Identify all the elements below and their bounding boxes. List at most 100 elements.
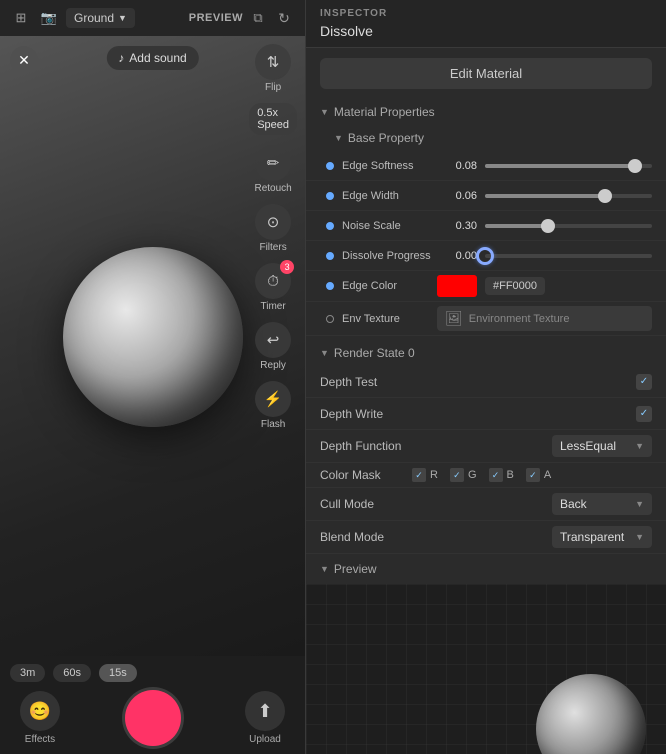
camera-icon[interactable]: 📷 [38,7,60,29]
retouch-label: Retouch [254,183,291,194]
flash-label: Flash [261,419,285,430]
edge-softness-dot[interactable] [326,162,334,170]
edit-material-button[interactable]: Edit Material [320,58,652,89]
timer-label: Timer [261,301,286,312]
check-g-label: G [468,469,477,481]
time-15s[interactable]: 15s [99,664,137,682]
material-properties-section[interactable]: ▼ Material Properties [306,99,666,125]
flash-icon: ⚡ [255,381,291,417]
edge-width-dot[interactable] [326,192,334,200]
cull-mode-dropdown[interactable]: Back ▼ [552,493,652,515]
ground-dropdown[interactable]: Ground ▼ [66,8,135,28]
color-mask-a[interactable]: ✓ A [526,468,551,482]
record-button[interactable] [125,690,181,746]
env-texture-dot[interactable] [326,315,334,323]
close-button[interactable]: ✕ [10,46,38,74]
time-3m[interactable]: 3m [10,664,45,682]
preview-header-icons: ⊞ 📷 [10,7,60,29]
noise-scale-dot[interactable] [326,222,334,230]
color-mask-g[interactable]: ✓ G [450,468,477,482]
noise-scale-slider[interactable] [485,224,652,228]
edge-color-dot[interactable] [326,282,334,290]
cull-mode-label: Cull Mode [320,497,552,511]
edge-color-hex[interactable]: #FF0000 [485,277,545,295]
timer-icon: ⏱3 [255,263,291,299]
reply-button[interactable]: ↩ Reply [255,322,291,371]
color-mask-checks: ✓ R ✓ G ✓ B ✓ A [412,468,551,482]
external-link-icon[interactable]: ⧉ [247,7,269,29]
sphere-container [63,247,243,427]
edge-softness-label: Edge Softness [342,160,437,172]
flip-button[interactable]: ⇅ Flip [255,44,291,93]
effects-label: Effects [25,734,55,745]
edge-softness-slider[interactable] [485,164,652,168]
depth-test-row: Depth Test ✓ [306,366,666,398]
edge-softness-thumb[interactable] [628,159,642,173]
speed-badge: 0.5xSpeed [249,103,297,135]
check-g-icon: ✓ [450,468,464,482]
time-60s[interactable]: 60s [53,664,91,682]
check-a-label: A [544,469,551,481]
add-sound-button[interactable]: ♪ Add sound [106,46,198,70]
preview-header-left: ⊞ 📷 Ground ▼ [10,7,135,29]
music-icon: ♪ [118,51,124,65]
check-b-label: B [507,469,514,481]
refresh-icon[interactable]: ↻ [273,7,295,29]
flash-button[interactable]: ⚡ Flash [255,381,291,430]
edge-softness-fill [485,164,635,168]
chevron-down-icon: ▼ [635,499,644,509]
effects-icon: 😊 [20,691,60,731]
dissolve-progress-label: Dissolve Progress [342,250,437,262]
time-controls: 3m 60s 15s [10,664,295,682]
edge-width-label: Edge Width [342,190,437,202]
upload-button[interactable]: ⬆ Upload [245,691,285,745]
edge-color-swatch[interactable] [437,275,477,297]
env-texture-row: Env Texture 🖼 Environment Texture [306,302,666,336]
blend-mode-value: Transparent [560,530,624,544]
dissolve-progress-slider[interactable] [485,254,652,258]
effects-button[interactable]: 😊 Effects [20,691,60,745]
retouch-button[interactable]: ✏ Retouch [254,145,291,194]
depth-function-value: LessEqual [560,439,616,453]
depth-function-dropdown[interactable]: LessEqual ▼ [552,435,652,457]
check-r-icon: ✓ [412,468,426,482]
color-mask-b[interactable]: ✓ B [489,468,514,482]
chevron-down-icon: ▼ [320,348,329,358]
depth-test-check[interactable]: ✓ [636,374,652,390]
speed-button[interactable]: 0.5xSpeed [249,103,297,135]
blend-mode-dropdown[interactable]: Transparent ▼ [552,526,652,548]
depth-test-label: Depth Test [320,375,636,389]
dissolve-progress-dot[interactable] [326,252,334,260]
add-sound-label: Add sound [129,51,186,65]
material-properties-label: Material Properties [334,105,435,119]
edge-width-slider[interactable] [485,194,652,198]
dissolve-label: Dissolve [320,23,652,39]
edge-width-thumb[interactable] [598,189,612,203]
filters-button[interactable]: ⊙ Filters [255,204,291,253]
depth-write-check[interactable]: ✓ [636,406,652,422]
cull-mode-value: Back [560,497,587,511]
timer-button[interactable]: ⏱3 Timer [255,263,291,312]
preview-viewport: ✕ ♪ Add sound ⇅ Flip 0.5xSpeed ✏ Retouch [0,36,305,656]
base-property-label: Base Property [348,131,424,145]
check-r-label: R [430,469,438,481]
base-property-section[interactable]: ▼ Base Property [306,125,666,151]
preview-section-header[interactable]: ▼ Preview [306,554,666,584]
close-icon: ✕ [18,52,30,69]
chevron-down-icon: ▼ [320,564,329,574]
blend-mode-label: Blend Mode [320,530,552,544]
color-mask-r[interactable]: ✓ R [412,468,438,482]
preview-section-label: Preview [334,562,377,576]
inspector-title: INSPECTOR [320,8,652,19]
noise-scale-thumb[interactable] [541,219,555,233]
reply-label: Reply [260,360,286,371]
cull-mode-row: Cull Mode Back ▼ [306,488,666,521]
env-texture-placeholder[interactable]: 🖼 Environment Texture [437,306,652,331]
flip-icon: ⇅ [255,44,291,80]
noise-scale-fill [485,224,548,228]
render-state-section[interactable]: ▼ Render State 0 [306,340,666,366]
dissolve-progress-value: 0.00 [437,250,477,262]
dissolve-progress-thumb[interactable] [476,247,494,265]
grid-icon[interactable]: ⊞ [10,7,32,29]
upload-label: Upload [249,734,281,745]
